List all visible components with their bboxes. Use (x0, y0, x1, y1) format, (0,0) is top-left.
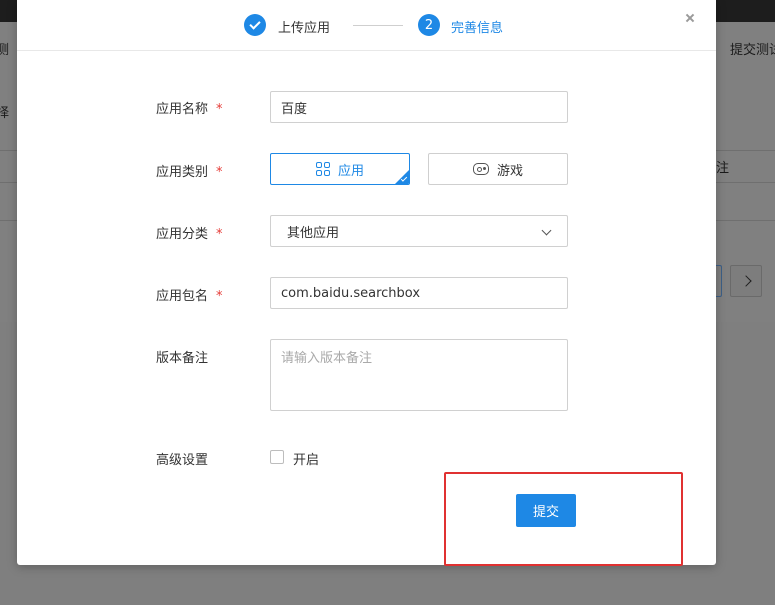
highlight-box (444, 472, 683, 566)
app-name-label: 应用名称 * (156, 102, 223, 117)
app-category-label: 应用分类 * (156, 227, 223, 242)
background-text-fragment: 测 (0, 43, 10, 58)
version-note-label: 版本备注 (156, 351, 209, 366)
advanced-enable-checkbox[interactable] (270, 450, 284, 464)
background-column-header: 注 (716, 161, 730, 176)
advanced-settings-label: 高级设置 (156, 453, 209, 468)
app-category-select[interactable]: 其他应用 (270, 215, 568, 247)
type-game-button[interactable]: 游戏 (428, 153, 568, 185)
chevron-down-icon (541, 225, 552, 236)
required-mark: * (216, 102, 223, 117)
type-app-button[interactable]: 应用 (270, 153, 410, 185)
background-text-fragment: 择 (0, 106, 10, 121)
close-icon[interactable] (683, 12, 697, 26)
gamepad-icon (472, 163, 489, 175)
app-category-value: 其他应用 (287, 225, 340, 241)
step-connector (353, 25, 403, 26)
grid-icon (315, 162, 330, 176)
step-upload-label: 上传应用 (278, 21, 331, 36)
version-note-textarea[interactable]: 请输入版本备注 (270, 339, 568, 411)
chevron-right-icon (730, 265, 762, 297)
required-mark: * (216, 165, 223, 180)
app-name-input[interactable]: 百度 (270, 91, 568, 123)
type-game-label: 游戏 (496, 163, 523, 179)
step-info-label: 完善信息 (451, 21, 504, 36)
type-app-label: 应用 (337, 163, 364, 179)
modal-header: 上传应用 2 完善信息 (17, 0, 716, 51)
required-mark: * (216, 289, 223, 304)
app-type-label: 应用类别 * (156, 165, 223, 180)
background-link-submit-test: 提交测试 (730, 43, 775, 58)
step-number-icon: 2 (418, 14, 440, 36)
required-mark: * (216, 227, 223, 242)
package-name-input[interactable]: com.baidu.searchbox (270, 277, 568, 309)
package-name-label: 应用包名 * (156, 289, 223, 304)
advanced-enable-label[interactable]: 开启 (293, 449, 319, 468)
check-icon (244, 14, 266, 36)
